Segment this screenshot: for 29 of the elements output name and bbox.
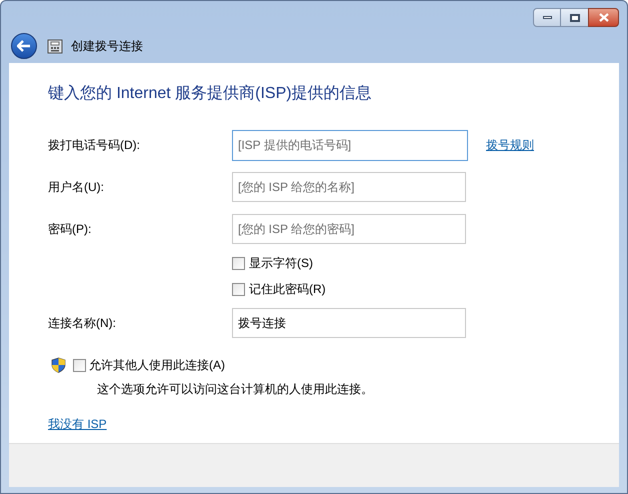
shield-icon <box>51 357 66 373</box>
no-isp-link[interactable]: 我没有 ISP <box>48 415 107 433</box>
option-description: 这个选项允许可以访问这台计算机的人使用此连接。 <box>97 381 374 398</box>
window-title: 创建拨号连接 <box>71 38 143 55</box>
checkbox[interactable] <box>73 358 86 372</box>
close-icon <box>598 13 608 22</box>
minimize-button[interactable] <box>533 8 561 27</box>
checkbox-label: 记住此密码(R) <box>249 281 326 298</box>
input-field[interactable]: [您的 ISP 给您的密码] <box>232 214 466 244</box>
maximize-button[interactable] <box>561 8 588 27</box>
maximize-icon <box>570 14 580 22</box>
checkbox-label: 显示字符(S) <box>249 255 313 272</box>
back-button[interactable] <box>11 33 37 59</box>
field-label: 拨打电话号码(D): <box>48 137 141 154</box>
minimize-icon <box>542 16 552 19</box>
back-arrow-icon <box>17 40 31 52</box>
field-label: 连接名称(N): <box>48 315 117 332</box>
phone-icon <box>47 38 63 54</box>
input-field[interactable]: [ISP 提供的电话号码] <box>232 130 468 160</box>
field-label: 用户名(U): <box>48 179 105 196</box>
dialing-rules-link[interactable]: 拨号规则 <box>486 136 534 154</box>
checkbox-label: 允许其他人使用此连接(A) <box>89 357 225 374</box>
page-heading: 键入您的 Internet 服务提供商(ISP)提供的信息 <box>48 84 373 104</box>
close-button[interactable] <box>588 8 619 27</box>
field-label: 密码(P): <box>48 221 92 238</box>
checkbox[interactable] <box>232 256 245 270</box>
input-field[interactable]: 拨号连接 <box>232 308 466 338</box>
input-field[interactable]: [您的 ISP 给您的名称] <box>232 172 466 202</box>
checkbox[interactable] <box>232 282 245 296</box>
